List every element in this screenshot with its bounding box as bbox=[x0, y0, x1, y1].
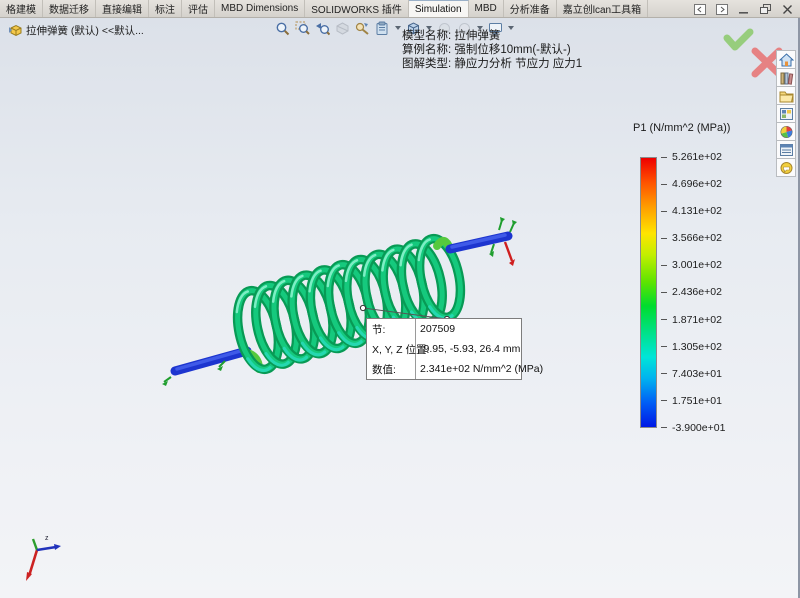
tab-direct-editing[interactable]: 直接编辑 bbox=[96, 0, 149, 17]
task-pane-strip bbox=[776, 50, 796, 177]
tab-analysis-preparation[interactable]: 分析准备 bbox=[504, 0, 557, 17]
custom-properties-icon[interactable] bbox=[776, 140, 796, 159]
display-style-icon[interactable] bbox=[374, 20, 391, 36]
ok-check-icon[interactable] bbox=[723, 28, 754, 51]
legend-tick-label: 4.696e+02 bbox=[661, 177, 756, 191]
tab-data-migration[interactable]: 数据迁移 bbox=[43, 0, 96, 17]
tab-mesh-modeling[interactable]: 格建模 bbox=[0, 0, 43, 17]
legend-tick-label: 4.131e+02 bbox=[661, 204, 756, 218]
callout-row-value: 数值: 2.341e+02 N/mm^2 (MPa) bbox=[372, 363, 544, 376]
restore-button[interactable] bbox=[759, 3, 772, 15]
legend-tick-label: 1.871e+02 bbox=[661, 313, 756, 327]
legend-title: P1 (N/mm^2 (MPa)) bbox=[633, 122, 731, 134]
display-style-dropdown[interactable] bbox=[395, 26, 401, 30]
feature-tree-root-label: 拉伸弹簧 (默认) <<默认... bbox=[26, 25, 144, 37]
plot-annotation: 模型名称: 拉伸弹簧 算例名称: 强制位移10mm(-默认-) 图解类型: 静应… bbox=[402, 29, 582, 71]
dynamic-annotation-views-icon[interactable] bbox=[354, 20, 371, 36]
tick-mark bbox=[661, 237, 667, 239]
triad-z-label: z bbox=[45, 535, 49, 542]
legend-tick-label: -3.900e+01 bbox=[661, 421, 756, 435]
tab-mbd[interactable]: MBD bbox=[469, 0, 504, 17]
tab-jlc-toolbox[interactable]: 嘉立创lcan工具箱 bbox=[557, 0, 649, 17]
legend-tick-label: 5.261e+02 bbox=[661, 150, 756, 164]
probe-result-callout: 节: 207509 X, Y, Z 位置: -9.95, -5.93, 26.4… bbox=[366, 318, 544, 380]
legend-tick-label: 3.001e+02 bbox=[661, 258, 756, 272]
zoom-to-area-icon[interactable] bbox=[294, 20, 311, 36]
tick-mark bbox=[661, 183, 667, 185]
stress-color-bar bbox=[640, 157, 657, 428]
pane-previous-icon[interactable] bbox=[693, 3, 706, 15]
tab-simulation[interactable]: Simulation bbox=[408, 0, 469, 17]
minimize-button[interactable] bbox=[737, 3, 750, 15]
tick-mark bbox=[661, 427, 667, 429]
legend-tick-label: 2.436e+02 bbox=[661, 285, 756, 299]
legend-tick-label: 3.566e+02 bbox=[661, 231, 756, 245]
reference-triad: z bbox=[26, 535, 61, 581]
tick-mark bbox=[661, 291, 667, 293]
plot-type-line: 图解类型: 静应力分析 节应力 应力1 bbox=[402, 58, 583, 70]
tick-mark bbox=[661, 400, 667, 402]
appearances-scenes-icon[interactable] bbox=[776, 122, 796, 141]
command-manager-tabbar: 格建模 数据迁移 直接编辑 标注 评估 MBD Dimensions SOLID… bbox=[0, 0, 800, 18]
callout-row-node: 节: 207509 bbox=[372, 323, 456, 336]
tab-solidworks-addins[interactable]: SOLIDWORKS 插件 bbox=[305, 0, 409, 17]
callout-row-position: X, Y, Z 位置: -9.95, -5.93, 26.4 mm bbox=[372, 343, 521, 356]
view-palette-icon[interactable] bbox=[776, 104, 796, 123]
design-library-icon[interactable] bbox=[776, 68, 796, 87]
tick-mark bbox=[661, 264, 667, 266]
tick-mark bbox=[661, 156, 667, 158]
part-icon bbox=[9, 24, 22, 37]
solidworks-forum-icon[interactable] bbox=[776, 158, 796, 177]
legend-tick-labels: 5.261e+02 4.696e+02 4.131e+02 3.566e+02 … bbox=[661, 150, 756, 435]
tick-mark bbox=[661, 346, 667, 348]
tick-mark bbox=[661, 373, 667, 375]
solidworks-resources-icon[interactable] bbox=[776, 50, 796, 69]
graphics-viewport: 拉伸弹簧 (默认) <<默认... 模型名称: 拉伸弹簧 算例名称: 强制位移1… bbox=[0, 18, 800, 598]
legend-tick-label: 1.751e+01 bbox=[661, 394, 756, 408]
study-name-line: 算例名称: 强制位移10mm(-默认-) bbox=[402, 44, 571, 56]
window-controls bbox=[693, 2, 794, 16]
tab-annotations[interactable]: 标注 bbox=[149, 0, 182, 17]
close-button[interactable] bbox=[781, 3, 794, 15]
zoom-to-fit-icon[interactable] bbox=[274, 20, 291, 36]
tick-mark bbox=[661, 210, 667, 212]
tab-evaluate[interactable]: 评估 bbox=[182, 0, 215, 17]
tab-mbd-dimensions[interactable]: MBD Dimensions bbox=[215, 0, 306, 17]
file-explorer-icon[interactable] bbox=[776, 86, 796, 105]
legend-tick-label: 7.403e+01 bbox=[661, 367, 756, 381]
model-name-line: 模型名称: 拉伸弹簧 bbox=[402, 30, 501, 42]
pane-next-icon[interactable] bbox=[715, 3, 728, 15]
section-view-icon[interactable] bbox=[334, 20, 351, 36]
feature-tree-flyout[interactable]: 拉伸弹簧 (默认) <<默认... bbox=[8, 23, 144, 38]
legend-tick-label: 1.305e+02 bbox=[661, 340, 756, 354]
tick-mark bbox=[661, 319, 667, 321]
previous-view-icon[interactable] bbox=[314, 20, 331, 36]
